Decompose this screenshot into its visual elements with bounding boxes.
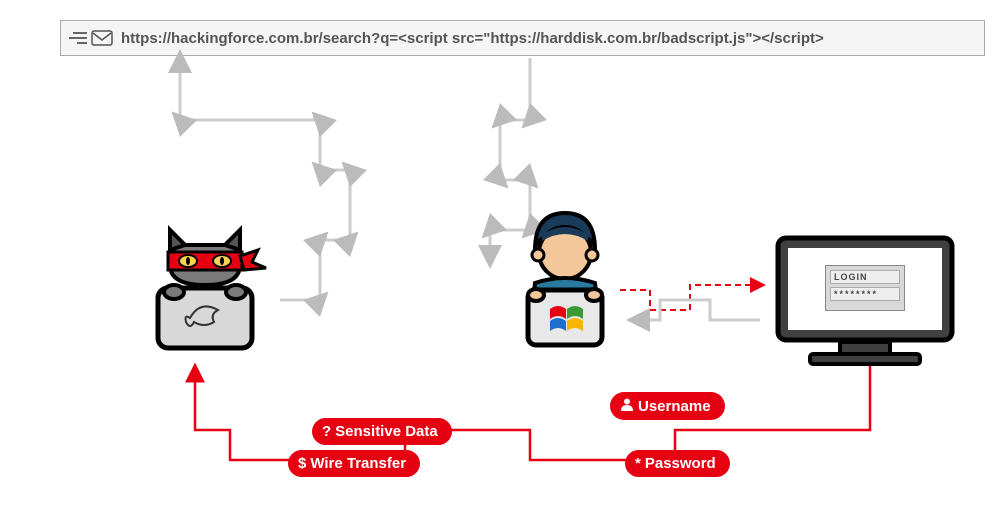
login-label: LOGIN [830,270,900,284]
pill-wire-transfer: $ Wire Transfer [288,450,420,477]
pill-label: Password [645,455,716,472]
url-bar: https://hackingforce.com.br/search?q=<sc… [60,20,985,56]
dollar-icon: $ [298,455,306,472]
url-text: https://hackingforce.com.br/search?q=<sc… [121,30,824,47]
victim-icon [500,205,630,365]
login-password-mask: ******** [830,287,900,301]
server-icon: LOGIN ******** [770,230,960,380]
pill-label: Sensitive Data [335,423,438,440]
login-form: LOGIN ******** [825,265,905,311]
attacker-icon [140,210,270,360]
question-icon: ? [322,423,331,440]
pill-username: Username [610,392,725,420]
user-icon [620,397,634,415]
pill-label: Username [638,398,711,415]
asterisk-icon: * [635,455,641,472]
mail-icon [91,30,113,46]
pill-password: * Password [625,450,730,477]
menu-icon [69,32,87,44]
pill-label: Wire Transfer [310,455,406,472]
pill-sensitive-data: ? Sensitive Data [312,418,452,445]
